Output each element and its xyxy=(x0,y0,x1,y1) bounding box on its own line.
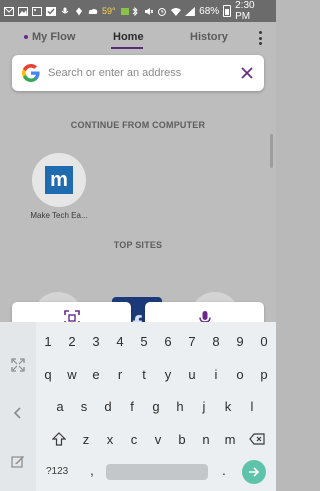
tab-home[interactable]: Home xyxy=(113,31,144,43)
letter-row-3: z x c v b n m xyxy=(44,427,272,451)
key-v[interactable]: v xyxy=(146,427,170,451)
key-w[interactable]: w xyxy=(60,362,84,386)
key-z[interactable]: z xyxy=(74,427,98,451)
key-h[interactable]: h xyxy=(168,394,192,418)
tab-bar: My Flow Home History xyxy=(0,22,276,54)
image-icon xyxy=(18,6,28,16)
gallery-icon xyxy=(32,6,42,16)
browser-home: My Flow Home History CONTINUE FROM COMPU… xyxy=(0,22,276,342)
keyboard-side-panel xyxy=(0,322,36,491)
key-y[interactable]: y xyxy=(156,362,180,386)
enter-key[interactable] xyxy=(242,460,266,484)
continue-from-computer-heading: CONTINUE FROM COMPUTER xyxy=(70,120,206,130)
battery-percent: 68% xyxy=(199,5,220,17)
alarm-icon xyxy=(158,7,167,16)
key-x[interactable]: x xyxy=(98,427,122,451)
status-bar: 59° 68% 2:30 PM xyxy=(0,0,276,22)
square-icon xyxy=(120,7,129,15)
mic-notification-icon xyxy=(61,7,69,13)
system-icons: 68% 2:30 PM xyxy=(130,0,272,22)
key-s[interactable]: s xyxy=(72,394,96,418)
key-l[interactable]: l xyxy=(240,394,264,418)
key-t[interactable]: t xyxy=(132,362,156,386)
notification-icons: 59° xyxy=(4,6,130,16)
key-4[interactable]: 4 xyxy=(108,330,132,352)
site-logo: m xyxy=(45,166,73,194)
key-6[interactable]: 6 xyxy=(156,330,180,352)
key-q[interactable]: q xyxy=(36,362,60,386)
key-p[interactable]: p xyxy=(252,362,276,386)
bluetooth-icon xyxy=(132,6,138,16)
key-r[interactable]: r xyxy=(108,362,132,386)
battery-icon xyxy=(223,5,232,17)
key-j[interactable]: j xyxy=(192,394,216,418)
key-9[interactable]: 9 xyxy=(228,330,252,352)
key-o[interactable]: o xyxy=(228,362,252,386)
weather-temperature: 59° xyxy=(102,6,116,16)
key-e[interactable]: e xyxy=(84,362,108,386)
chevron-left-icon[interactable] xyxy=(11,406,25,420)
mail-icon xyxy=(4,6,14,16)
key-i[interactable]: i xyxy=(204,362,228,386)
scrollbar[interactable] xyxy=(270,134,273,168)
clock: 2:30 PM xyxy=(235,0,255,22)
signal-icon xyxy=(185,6,196,16)
keyboard: 1 2 3 4 5 6 7 8 9 0 q w e r t y u i o p … xyxy=(0,322,276,491)
active-tab-indicator xyxy=(111,47,143,49)
backspace-key[interactable] xyxy=(242,427,272,451)
shift-key[interactable] xyxy=(44,427,74,451)
close-icon[interactable] xyxy=(240,66,254,80)
letter-row-2: a s d f g h j k l xyxy=(48,394,264,418)
key-m[interactable]: m xyxy=(218,427,242,451)
address-input[interactable] xyxy=(48,67,240,79)
space-bar[interactable] xyxy=(106,464,208,480)
expand-icon[interactable] xyxy=(11,358,25,372)
key-k[interactable]: k xyxy=(216,394,240,418)
number-row: 1 2 3 4 5 6 7 8 9 0 xyxy=(36,330,276,352)
key-g[interactable]: g xyxy=(144,394,168,418)
period-key[interactable]: . xyxy=(222,462,226,478)
key-d[interactable]: d xyxy=(96,394,120,418)
arrow-right-icon xyxy=(249,467,260,477)
address-bar[interactable] xyxy=(12,55,264,91)
check-icon xyxy=(46,6,56,16)
key-1[interactable]: 1 xyxy=(36,330,60,352)
continue-item-label: Make Tech Ea... xyxy=(30,211,88,220)
key-7[interactable]: 7 xyxy=(180,330,204,352)
symbols-key[interactable]: ?123 xyxy=(46,466,68,477)
key-5[interactable]: 5 xyxy=(132,330,156,352)
key-3[interactable]: 3 xyxy=(84,330,108,352)
cloud-icon xyxy=(88,8,98,14)
more-options-icon[interactable] xyxy=(259,31,263,45)
wifi-icon xyxy=(171,7,182,16)
new-content-dot xyxy=(24,35,28,39)
edit-icon[interactable] xyxy=(11,454,25,468)
key-b[interactable]: b xyxy=(170,427,194,451)
tab-home-label: Home xyxy=(113,31,144,43)
google-icon xyxy=(22,64,40,82)
tab-history-label: History xyxy=(190,31,228,43)
key-n[interactable]: n xyxy=(194,427,218,451)
shift-icon xyxy=(52,432,66,446)
pin-icon xyxy=(76,7,82,15)
tab-history[interactable]: History xyxy=(190,31,228,43)
key-f[interactable]: f xyxy=(120,394,144,418)
backspace-icon xyxy=(249,433,265,445)
top-sites-heading: TOP SITES xyxy=(113,240,163,250)
key-0[interactable]: 0 xyxy=(252,330,276,352)
keyboard-bottom-row: ?123 , . xyxy=(36,460,276,486)
continue-item[interactable]: m xyxy=(32,153,86,207)
tab-my-flow-label: My Flow xyxy=(32,31,76,43)
mute-icon xyxy=(144,7,153,15)
key-a[interactable]: a xyxy=(48,394,72,418)
letter-row-1: q w e r t y u i o p xyxy=(36,362,276,386)
key-8[interactable]: 8 xyxy=(204,330,228,352)
comma-key[interactable]: , xyxy=(90,462,94,478)
key-u[interactable]: u xyxy=(180,362,204,386)
tab-my-flow[interactable]: My Flow xyxy=(24,31,75,43)
key-2[interactable]: 2 xyxy=(60,330,84,352)
key-c[interactable]: c xyxy=(122,427,146,451)
